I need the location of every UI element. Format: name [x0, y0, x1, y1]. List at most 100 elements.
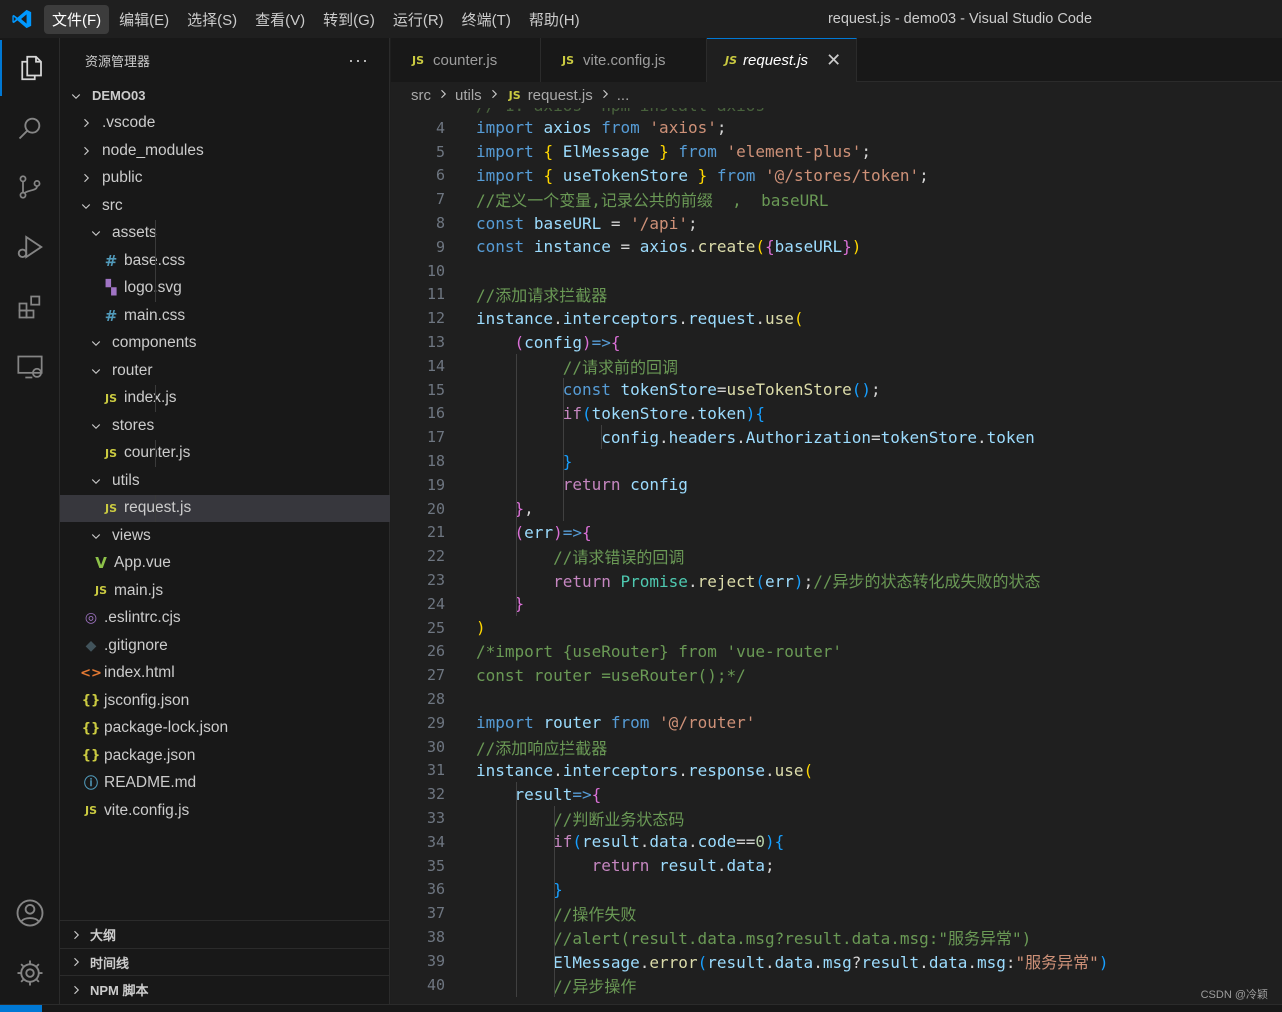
tree-item-package-lock-json[interactable]: {} package-lock.json: [60, 715, 390, 742]
tree-item-logo-svg[interactable]: ▚ logo.svg: [60, 275, 390, 302]
tree-item-base-css[interactable]: #base.css: [60, 247, 390, 274]
tree-item-label: public: [102, 169, 143, 186]
remote-explorer-icon[interactable]: [0, 339, 60, 395]
close-icon[interactable]: ✕: [826, 50, 841, 71]
explorer-icon[interactable]: [0, 40, 60, 96]
tree-item-index-html[interactable]: <> index.html: [60, 660, 390, 687]
code-editor[interactable]: // 1. axios npm install axios 4import ax…: [391, 108, 1282, 1004]
code-text: return Promise.reject(err);//异步的状态转化成失败的…: [553, 572, 1041, 592]
menu-item[interactable]: 帮助(H): [521, 5, 588, 34]
tab-counter-js[interactable]: JS counter.js: [391, 38, 541, 82]
accounts-icon[interactable]: [0, 885, 60, 941]
chevron-right-icon[interactable]: [78, 117, 94, 129]
chevron-down-icon[interactable]: [88, 475, 104, 487]
tree-item-main-js[interactable]: JS main.js: [60, 577, 390, 604]
tree-item-eslintrc-cjs[interactable]: ◎ .eslintrc.cjs: [60, 605, 390, 632]
menu-item[interactable]: 查看(V): [247, 5, 313, 34]
panel-label: 大纲: [90, 928, 117, 943]
tree-item-views[interactable]: views: [60, 522, 390, 549]
chevron-right-icon: [437, 88, 449, 103]
indent-guide: [155, 384, 156, 412]
tree-item-main-css[interactable]: # main.css: [60, 302, 390, 329]
tree-item-label: .gitignore: [104, 636, 168, 654]
chevron-right-icon[interactable]: [68, 956, 84, 968]
chevron-right-icon[interactable]: [78, 172, 94, 184]
menu-item[interactable]: 编辑(E): [111, 5, 177, 34]
tab-vite-config-js[interactable]: JS vite.config.js: [541, 38, 707, 82]
run-debug-icon[interactable]: [0, 219, 60, 275]
tab-label: request.js: [743, 52, 809, 69]
indent-guide: [563, 377, 564, 521]
search-icon[interactable]: [0, 100, 60, 156]
tree-item-node-modules[interactable]: node_modules: [60, 137, 390, 164]
tree-item-vscode[interactable]: .vscode: [60, 110, 390, 137]
tree-item-gitignore[interactable]: ◆ .gitignore: [60, 632, 390, 659]
code-line: 36 }: [391, 878, 1282, 902]
code-line: 34 if(result.data.code==0){: [391, 830, 1282, 854]
tree-item-assets[interactable]: assets: [60, 220, 390, 247]
code-line: 4 import axios from 'axios';: [391, 116, 1282, 140]
menu-item[interactable]: 终端(T): [454, 5, 519, 34]
menu-item[interactable]: 文件(F): [44, 4, 110, 34]
breadcrumb-item[interactable]: request.js: [528, 87, 593, 104]
code-text: instance.interceptors.request.use(: [476, 308, 804, 328]
chevron-right-icon: [599, 88, 611, 103]
menu-item[interactable]: 运行(R): [385, 5, 452, 34]
tree-item-readme-md[interactable]: ⓘ README.md: [60, 770, 390, 797]
tree-item-counter-js[interactable]: JS counter.js: [60, 440, 390, 467]
tree-item-vite-config-js[interactable]: JS vite.config.js: [60, 797, 390, 824]
tree-item-label: README.md: [104, 774, 197, 791]
breadcrumb-item[interactable]: ...: [617, 87, 630, 104]
line-number: 36: [426, 880, 445, 899]
code-line: 16 if(tokenStore.token){: [391, 402, 1282, 426]
code-line: 30 //添加响应拦截器: [391, 735, 1282, 759]
tree-item-demo03[interactable]: DEMO03: [60, 82, 390, 109]
line-number: 40: [426, 975, 445, 994]
chevron-down-icon[interactable]: [68, 90, 84, 102]
chevron-right-icon[interactable]: [68, 929, 84, 941]
panel-label: 时间线: [90, 955, 130, 971]
tree-item-label: router: [112, 361, 153, 379]
menu-item[interactable]: 转到(G): [315, 5, 383, 34]
chevron-down-icon[interactable]: [88, 337, 104, 349]
chevron-down-icon[interactable]: [78, 200, 94, 212]
breadcrumb-item[interactable]: src: [411, 87, 431, 104]
tree-item-src[interactable]: src: [60, 192, 390, 219]
code-line: 38 //alert(result.data.msg?result.data.m…: [391, 925, 1282, 949]
panel-2[interactable]: NPM 脚本: [60, 975, 390, 1003]
breadcrumb-item[interactable]: utils: [455, 87, 482, 104]
line-number: 12: [426, 309, 445, 328]
code-line: 22 //请求错误的回调: [391, 544, 1282, 568]
tree-item-stores[interactable]: stores: [60, 412, 390, 439]
esl-file-icon: ◎: [84, 610, 98, 626]
remote-indicator[interactable]: [0, 1005, 42, 1012]
more-actions-icon[interactable]: ···: [348, 50, 369, 71]
panel-0[interactable]: 大纲: [60, 920, 390, 948]
manage-gear-icon[interactable]: [0, 945, 60, 1001]
tree-item-router[interactable]: router: [60, 357, 390, 384]
tab-request-js[interactable]: JS request.js ✕: [707, 38, 857, 82]
source-control-icon[interactable]: [0, 159, 60, 215]
extensions-icon[interactable]: [0, 279, 60, 335]
chevron-right-icon[interactable]: [78, 145, 94, 157]
code-text: instance.interceptors.response.use(: [476, 760, 814, 780]
menu-item[interactable]: 选择(S): [179, 5, 245, 34]
tree-item-package-json[interactable]: {} package.json: [60, 742, 390, 769]
tree-item-request-js[interactable]: JS request.js: [60, 494, 390, 522]
tree-item-app-vue[interactable]: V App.vue: [60, 550, 390, 577]
chevron-down-icon[interactable]: [88, 227, 104, 239]
code-line: 11 //添加请求拦截器: [391, 283, 1282, 307]
code-line: 27 const router =useRouter();*/: [391, 663, 1282, 687]
tree-item-jsconfig-json[interactable]: {} jsconfig.json: [60, 687, 390, 714]
chevron-down-icon[interactable]: [88, 420, 104, 432]
chevron-down-icon[interactable]: [88, 365, 104, 377]
chevron-right-icon[interactable]: [68, 984, 84, 996]
chevron-down-icon[interactable]: [88, 530, 104, 542]
tree-item-index-js[interactable]: JS index.js: [60, 385, 390, 412]
tree-item-utils[interactable]: utils: [60, 467, 390, 494]
tree-item-public[interactable]: public: [60, 165, 390, 192]
panel-1[interactable]: 时间线: [60, 947, 390, 976]
explorer-header: 资源管理器 ···: [60, 38, 389, 82]
tree-item-components[interactable]: components: [60, 330, 390, 357]
code-text: //请求错误的回调: [553, 548, 685, 568]
